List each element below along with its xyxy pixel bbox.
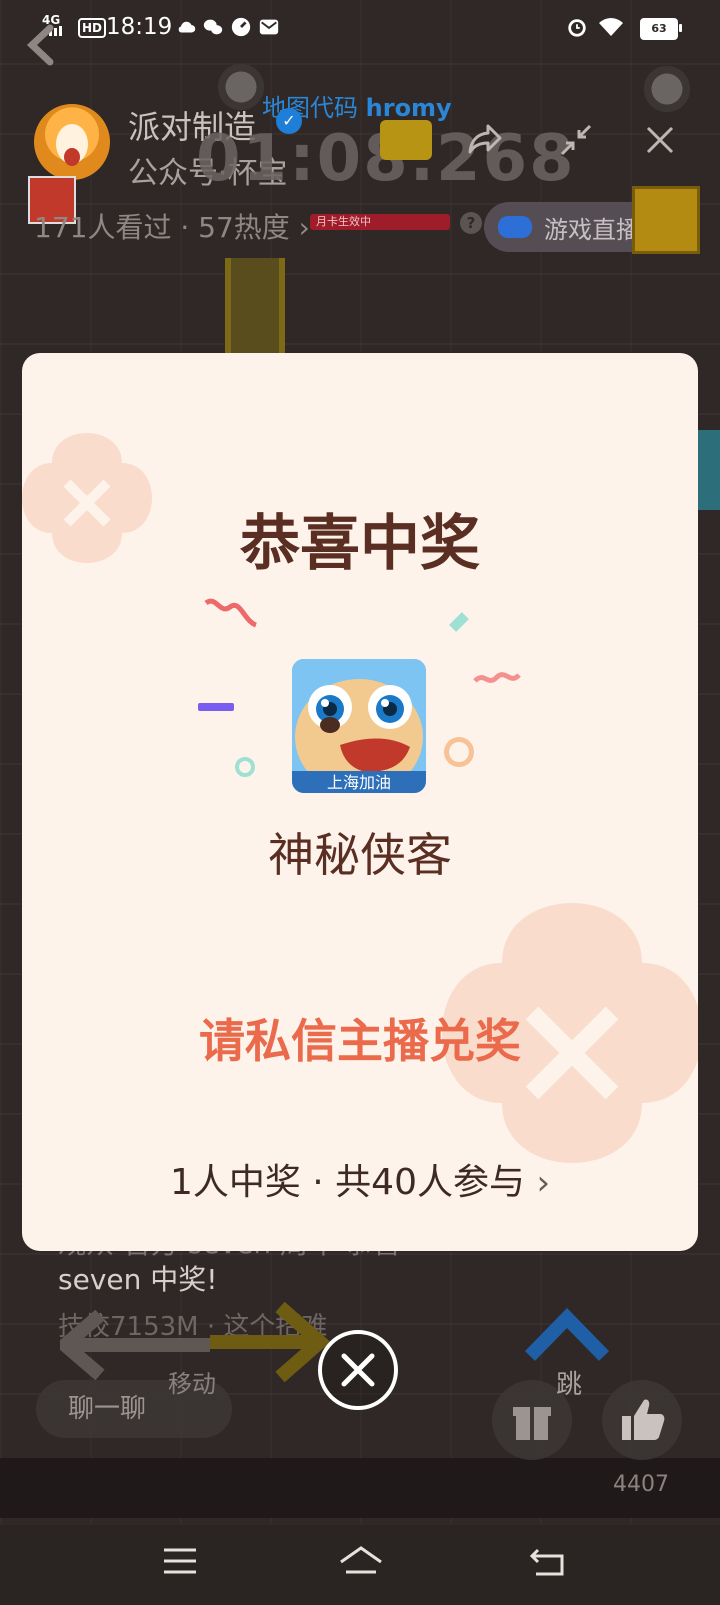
- game-floor: [0, 1458, 720, 1518]
- confetti-ring: [235, 757, 255, 777]
- move-right-control[interactable]: [210, 1302, 330, 1382]
- move-label: 移动: [168, 1370, 216, 1398]
- alarm-icon: [568, 19, 586, 37]
- jump-arrow-control[interactable]: [522, 1304, 612, 1364]
- redeem-instruction: 请私信主播兑奖: [199, 1014, 521, 1068]
- wechat-icon: [203, 19, 223, 35]
- message-icon: [259, 19, 279, 35]
- close-circle-icon: [341, 1353, 375, 1387]
- viewer-stats[interactable]: 171人看过 · 57热度 ›: [34, 206, 310, 246]
- shrink-icon[interactable]: [556, 120, 596, 160]
- battery-icon: 63: [640, 18, 678, 40]
- clock: 18:19: [106, 14, 173, 40]
- chat-line: seven 中奖!: [58, 1263, 218, 1296]
- back-icon[interactable]: [528, 1544, 568, 1578]
- game-block: [632, 186, 700, 254]
- jump-label: 跳: [556, 1370, 583, 1400]
- dismiss-dialog-button[interactable]: [318, 1330, 398, 1410]
- confetti-squiggle: [473, 672, 521, 683]
- avatar-mouth: [64, 148, 80, 166]
- home-icon[interactable]: [338, 1542, 384, 1580]
- anchor-avatar[interactable]: [34, 104, 110, 180]
- confetti-ring: [444, 737, 474, 767]
- star-button[interactable]: [380, 120, 432, 160]
- close-icon[interactable]: [640, 120, 680, 160]
- menu-icon[interactable]: [162, 1546, 198, 1576]
- back-arrow-icon[interactable]: [18, 20, 68, 70]
- dialog-title: 恭喜中奖: [240, 509, 480, 579]
- like-button[interactable]: [602, 1380, 682, 1460]
- winners-summary-text: 1人中奖 · 共40人参与: [169, 1162, 525, 1203]
- map-code-value: hromy: [365, 94, 452, 122]
- like-count: 4407: [613, 1472, 669, 1497]
- status-bar: 4G HD 18:19 63: [0, 0, 720, 56]
- share-icon[interactable]: [466, 118, 506, 158]
- battery-tip: [679, 24, 682, 32]
- prize-dialog: 恭喜中奖 上海加油 神秘侠客 请私信主播兑奖 1人中奖 · 共40人参与 ›: [22, 353, 698, 1251]
- game-pillar: [225, 258, 285, 353]
- confetti-dash: [198, 703, 234, 711]
- wifi-icon: [599, 18, 623, 36]
- gamepad-icon: [498, 216, 532, 238]
- gear-decoration: [640, 62, 694, 116]
- viewer-stats-text: 171人看过 · 57热度: [34, 211, 290, 244]
- game-live-label: 游戏直播: [544, 215, 640, 244]
- heat-strip: 月卡生效中: [310, 214, 450, 230]
- game-wall: [698, 430, 720, 510]
- confetti-piece: [449, 612, 469, 632]
- thumbs-up-icon: [622, 1399, 665, 1440]
- chevron-right-icon: ›: [536, 1163, 551, 1203]
- speed-icon: [231, 17, 251, 37]
- prize-image-caption: 上海加油: [327, 773, 391, 792]
- help-icon[interactable]: ?: [460, 212, 482, 234]
- prize-image: 上海加油: [292, 659, 426, 793]
- cloud-icon: [178, 21, 196, 33]
- prize-name: 神秘侠客: [268, 828, 452, 882]
- prize-avatar-illustration: 上海加油: [292, 659, 426, 793]
- confetti-squiggle: [204, 598, 258, 628]
- hd-icon: HD: [78, 18, 107, 38]
- winners-summary[interactable]: 1人中奖 · 共40人参与 ›: [22, 1153, 698, 1205]
